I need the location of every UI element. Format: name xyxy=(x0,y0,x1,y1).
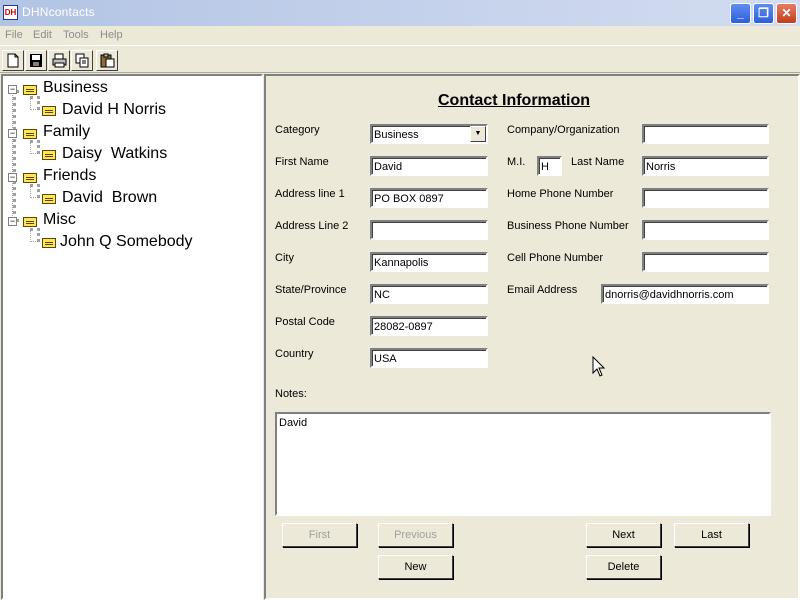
contact-icon xyxy=(42,150,56,160)
folder-icon xyxy=(23,129,37,139)
menu-help[interactable]: Help xyxy=(100,29,123,41)
company-field[interactable] xyxy=(642,124,769,144)
country-field[interactable]: USA xyxy=(370,348,488,368)
state-field[interactable]: NC xyxy=(370,284,488,304)
close-button[interactable]: ✕ xyxy=(776,3,797,24)
contact-icon xyxy=(42,238,56,248)
copy-icon xyxy=(75,53,89,68)
last-button[interactable]: Last xyxy=(674,523,749,547)
last-name-field[interactable]: Norris xyxy=(642,156,769,176)
paste-icon xyxy=(100,53,115,68)
business-phone-field[interactable] xyxy=(642,220,769,240)
folder-icon xyxy=(23,85,37,95)
category-select[interactable]: Business ▼ xyxy=(370,124,488,144)
restore-icon: ❐ xyxy=(758,6,769,20)
tree-line xyxy=(12,90,16,222)
new-button[interactable] xyxy=(2,50,24,71)
form-title: Contact Information xyxy=(438,92,590,109)
tree-group-family[interactable]: Family xyxy=(43,122,90,142)
delete-button[interactable]: Delete xyxy=(586,555,661,579)
menu-edit[interactable]: Edit xyxy=(33,29,52,41)
address1-field[interactable]: PO BOX 0897 xyxy=(370,188,488,208)
notes-label: Notes: xyxy=(275,388,307,400)
print-icon xyxy=(52,53,67,68)
next-button[interactable]: Next xyxy=(586,523,661,547)
close-icon: ✕ xyxy=(781,6,792,20)
collapse-icon[interactable]: − xyxy=(8,173,17,182)
chevron-down-icon[interactable]: ▼ xyxy=(470,126,486,142)
new-button[interactable]: New xyxy=(378,555,453,579)
cell-phone-label: Cell Phone Number xyxy=(507,252,603,264)
postal-code-label: Postal Code xyxy=(275,316,335,328)
tree-item-contact[interactable]: Daisy Watkins xyxy=(62,144,167,164)
contact-icon xyxy=(42,194,56,204)
email-field[interactable]: dnorris@davidhnorris.com xyxy=(601,284,769,304)
tree-line xyxy=(30,184,40,198)
collapse-icon[interactable]: − xyxy=(8,129,17,138)
previous-button[interactable]: Previous xyxy=(378,523,453,547)
last-name-label: Last Name xyxy=(571,156,625,168)
country-label: Country xyxy=(275,348,314,360)
tree-group-business[interactable]: Business xyxy=(43,78,108,98)
copy-button[interactable] xyxy=(71,50,93,71)
title-bar[interactable]: DH DHNcontacts _ ❐ ✕ xyxy=(0,0,800,26)
company-label: Company/Organization xyxy=(507,124,620,136)
city-field[interactable]: Kannapolis xyxy=(370,252,488,272)
menu-file[interactable]: File xyxy=(5,29,23,41)
business-phone-label: Business Phone Number xyxy=(507,220,629,232)
address2-field[interactable] xyxy=(370,220,488,240)
restore-button[interactable]: ❐ xyxy=(753,3,774,24)
save-icon xyxy=(30,54,42,67)
notes-textarea[interactable]: David xyxy=(275,412,771,516)
paste-button[interactable] xyxy=(96,50,118,71)
minimize-icon: _ xyxy=(737,6,744,20)
menu-tools[interactable]: Tools xyxy=(63,29,89,41)
cell-phone-field[interactable] xyxy=(642,252,769,272)
app-icon: DH xyxy=(3,5,18,20)
category-label: Category xyxy=(275,124,320,136)
state-label: State/Province xyxy=(275,284,347,296)
tree-line xyxy=(30,96,40,110)
menu-bar: File Edit Tools Help xyxy=(0,26,800,46)
tree-line xyxy=(30,228,40,242)
home-phone-label: Home Phone Number xyxy=(507,188,614,200)
tree-line xyxy=(30,140,40,154)
tree-item-contact[interactable]: David Brown xyxy=(62,188,157,208)
minimize-button[interactable]: _ xyxy=(730,3,751,24)
folder-icon xyxy=(23,217,37,227)
address1-label: Address line 1 xyxy=(275,188,345,200)
first-name-field[interactable]: David xyxy=(370,156,488,176)
mouse-cursor-icon xyxy=(592,356,606,377)
contact-tree[interactable]: − Business David H Norris − Family Daisy… xyxy=(1,74,263,600)
first-name-label: First Name xyxy=(275,156,329,168)
mi-field[interactable]: H xyxy=(537,156,562,176)
tree-item-contact[interactable]: David H Norris xyxy=(62,100,166,120)
category-value: Business xyxy=(374,129,419,141)
new-icon xyxy=(7,53,19,68)
tree-group-friends[interactable]: Friends xyxy=(43,166,96,186)
collapse-icon[interactable]: − xyxy=(8,85,17,94)
save-button[interactable] xyxy=(25,50,47,71)
contact-form: Contact Information Category Business ▼ … xyxy=(264,74,800,600)
contact-icon xyxy=(42,106,56,116)
tree-group-misc[interactable]: Misc xyxy=(43,210,76,230)
collapse-icon[interactable]: − xyxy=(8,217,17,226)
toolbar xyxy=(0,47,800,73)
folder-icon xyxy=(23,173,37,183)
mi-label: M.I. xyxy=(507,156,526,168)
city-label: City xyxy=(275,252,294,264)
email-label: Email Address xyxy=(507,284,578,296)
window-title: DHNcontacts xyxy=(22,5,95,19)
postal-code-field[interactable]: 28082-0897 xyxy=(370,316,488,336)
tree-item-contact[interactable]: John Q Somebody xyxy=(60,232,193,252)
first-button[interactable]: First xyxy=(282,523,357,547)
address2-label: Address Line 2 xyxy=(275,220,349,232)
home-phone-field[interactable] xyxy=(642,188,769,208)
print-button[interactable] xyxy=(48,50,70,71)
